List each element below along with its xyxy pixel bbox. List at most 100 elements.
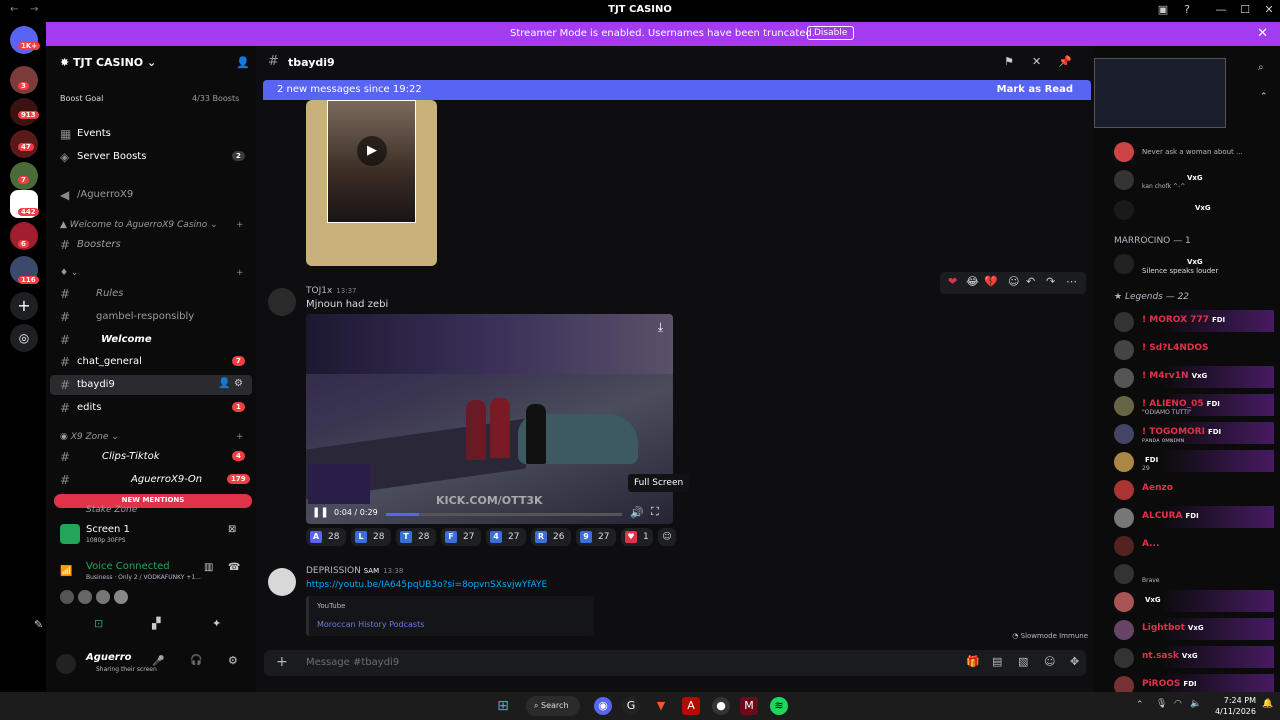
laugh-reaction-icon[interactable]: 😂 <box>966 275 979 288</box>
disconnect-icon[interactable]: ☎ <box>228 562 240 573</box>
reaction-chip[interactable]: 9 27 <box>576 528 616 546</box>
author-name[interactable]: TOJ1x <box>306 286 332 296</box>
gear-icon[interactable]: ⚙ <box>234 378 243 389</box>
voice-channel[interactable]: Business · Only 2 / VODKAFUNKY +1... <box>86 574 201 581</box>
add-server-icon[interactable]: + <box>10 292 38 320</box>
download-icon[interactable]: ⤓ <box>658 320 663 335</box>
close-window-icon[interactable]: ✕ <box>1262 3 1276 17</box>
message-author[interactable]: DEPRISSION SAM 13:38 <box>306 566 403 576</box>
emoji-icon[interactable]: ☺ <box>1044 655 1055 668</box>
message-input[interactable]: Message #tbaydi9 <box>306 657 399 668</box>
channel-tbaydi9[interactable]: # tbaydi9 👤 ⚙ <box>50 375 252 395</box>
mark-as-read-button[interactable]: Mark as Read <box>997 84 1073 95</box>
member-item[interactable]: VxG <box>1114 198 1274 220</box>
member-item[interactable]: nt.sask VxG <box>1114 646 1274 668</box>
collapse-icon[interactable]: ⌃ <box>1260 92 1268 102</box>
minimize-icon[interactable]: — <box>1214 3 1228 17</box>
member-item[interactable]: Brave <box>1114 562 1274 584</box>
discord-icon[interactable]: ◉ <box>594 697 612 715</box>
member-item[interactable]: ! TOGOMORI FDI ᴘᴀɴᴅᴀ ᴏᴍɴɪᴍɴ <box>1114 422 1274 444</box>
new-messages-bar[interactable]: 2 new messages since 19:22 Mark as Read <box>263 80 1091 100</box>
member-item[interactable]: ! M4rv1N VxG <box>1114 366 1274 388</box>
fullscreen-icon[interactable]: ⛶ <box>651 505 659 519</box>
windows-start-icon[interactable]: ⊞ <box>494 697 512 715</box>
volume-icon[interactable]: 🔊 <box>630 506 644 519</box>
app-icon[interactable]: M <box>740 697 758 715</box>
video-thumbnail[interactable]: ▶ <box>306 100 437 266</box>
avatar[interactable] <box>96 590 110 604</box>
category-x9-zone[interactable]: ◉ X9 Zone ⌄ + <box>60 432 244 442</box>
events-item[interactable]: ▦ Events <box>46 124 256 144</box>
add-channel-icon[interactable]: + <box>236 220 244 230</box>
reaction-chip[interactable]: 4 27 <box>486 528 526 546</box>
gif-icon[interactable]: ▤ <box>992 655 1002 668</box>
add-channel-icon[interactable]: + <box>236 268 244 278</box>
member-item[interactable]: VxG Silence speaks louder <box>1114 252 1274 275</box>
author-name[interactable]: DEPRISSION <box>306 566 361 576</box>
more-icon[interactable]: ⋯ <box>1066 275 1077 288</box>
avatar[interactable] <box>78 590 92 604</box>
avatar[interactable] <box>268 568 296 596</box>
reaction-chip[interactable]: ♥ 1 <box>621 528 653 546</box>
channel-gambel[interactable]: # gambel-responsibly <box>46 307 256 327</box>
sticker-icon[interactable]: ▧ <box>1018 655 1028 668</box>
channel-aguerro-on[interactable]: # AguerroX9-On 179 <box>46 470 256 490</box>
reply-icon[interactable]: ↶ <box>1026 275 1035 288</box>
message-author[interactable]: TOJ1x 13:37 <box>306 286 356 296</box>
pause-icon[interactable]: ❚❚ <box>312 507 329 518</box>
channel-chat-general[interactable]: # chat_general 7 <box>46 352 256 372</box>
inbox-icon[interactable]: ▣ <box>1156 3 1170 17</box>
message-link[interactable]: https://youtu.be/IA645pqUB3o?si=8opvnSXs… <box>306 580 547 590</box>
play-icon[interactable]: ▶ <box>357 136 387 166</box>
invite-icon[interactable]: 👤 <box>218 378 230 389</box>
member-item[interactable]: ! MOROX 777 FDI <box>1114 310 1274 332</box>
broken-heart-icon[interactable]: 💔 <box>984 275 998 288</box>
heart-reaction-icon[interactable]: ❤ <box>948 275 957 288</box>
channel-welcome[interactable]: # Welcome <box>46 330 256 350</box>
avatar[interactable] <box>114 590 128 604</box>
mic-tray-icon[interactable]: 🎙 <box>1156 699 1167 709</box>
reaction-chip[interactable]: F 27 <box>441 528 481 546</box>
new-mentions-pill[interactable]: NEW MENTIONS <box>54 494 252 508</box>
volume-tray-icon[interactable]: 🔈 <box>1190 699 1201 709</box>
reaction-chip[interactable]: L 28 <box>351 528 391 546</box>
member-item[interactable]: ! Sd?L4NDOS <box>1114 338 1274 360</box>
server-name-dropdown[interactable]: ✸ TJT CASINO ⌄ <box>60 56 156 69</box>
avatar[interactable] <box>268 288 296 316</box>
stop-stream-icon[interactable]: ⊠ <box>228 524 236 535</box>
brave-icon[interactable]: ▼ <box>652 697 670 715</box>
add-channel-icon[interactable]: + <box>236 432 244 442</box>
server-boosts-item[interactable]: ◈ Server Boosts 2 <box>46 147 256 167</box>
invite-icon[interactable]: 👤 <box>236 56 250 69</box>
category-stake-zone[interactable]: Stake Zone <box>86 505 137 515</box>
video-seek-bar[interactable] <box>386 513 622 516</box>
mute-icon[interactable]: ✕ <box>1032 55 1041 68</box>
share-screen-icon[interactable]: ⊡ <box>94 617 103 630</box>
reaction-chip[interactable]: R 26 <box>531 528 571 546</box>
maximize-icon[interactable]: ☐ <box>1238 3 1252 17</box>
stream-preview[interactable] <box>1094 58 1226 128</box>
discover-icon[interactable]: ◎ <box>10 324 38 352</box>
obs-icon[interactable]: ● <box>712 697 730 715</box>
activity-icon[interactable]: ▞ <box>152 617 160 630</box>
channel-rules[interactable]: # Rules <box>46 284 256 304</box>
embed-title[interactable]: Moroccan History Podcasts <box>317 620 424 629</box>
video-player[interactable]: KICK.COM/OTT3K ⤓ <box>306 314 673 524</box>
channel-edits[interactable]: # edits 1 <box>46 398 256 418</box>
tray-expand-icon[interactable]: ⌃ <box>1136 700 1144 710</box>
apps-icon[interactable]: ✥ <box>1070 655 1079 668</box>
soundboard-icon[interactable]: ▥ <box>204 562 213 573</box>
category-empty[interactable]: ♦ ⌄ + <box>60 268 244 278</box>
member-item[interactable]: Lightbot VxG <box>1114 618 1274 640</box>
category-welcome[interactable]: ▲ Welcome to AguerroX9 Casino ⌄ + <box>60 220 244 230</box>
member-item[interactable]: Never ask a woman about ... <box>1114 140 1274 162</box>
threads-icon[interactable]: ⚑ <box>1004 55 1014 68</box>
add-reaction-icon[interactable]: ☺ <box>658 528 676 546</box>
gear-icon[interactable]: ⚙ <box>228 654 238 667</box>
close-banner-icon[interactable]: ✕ <box>1257 26 1268 41</box>
pin-icon[interactable]: 📌 <box>1058 55 1072 68</box>
app-icon[interactable]: G <box>622 697 640 715</box>
forward-icon[interactable]: ↷ <box>1046 275 1055 288</box>
disable-streamer-button[interactable]: Disable <box>807 26 855 40</box>
member-item[interactable]: VxG <box>1114 590 1274 612</box>
